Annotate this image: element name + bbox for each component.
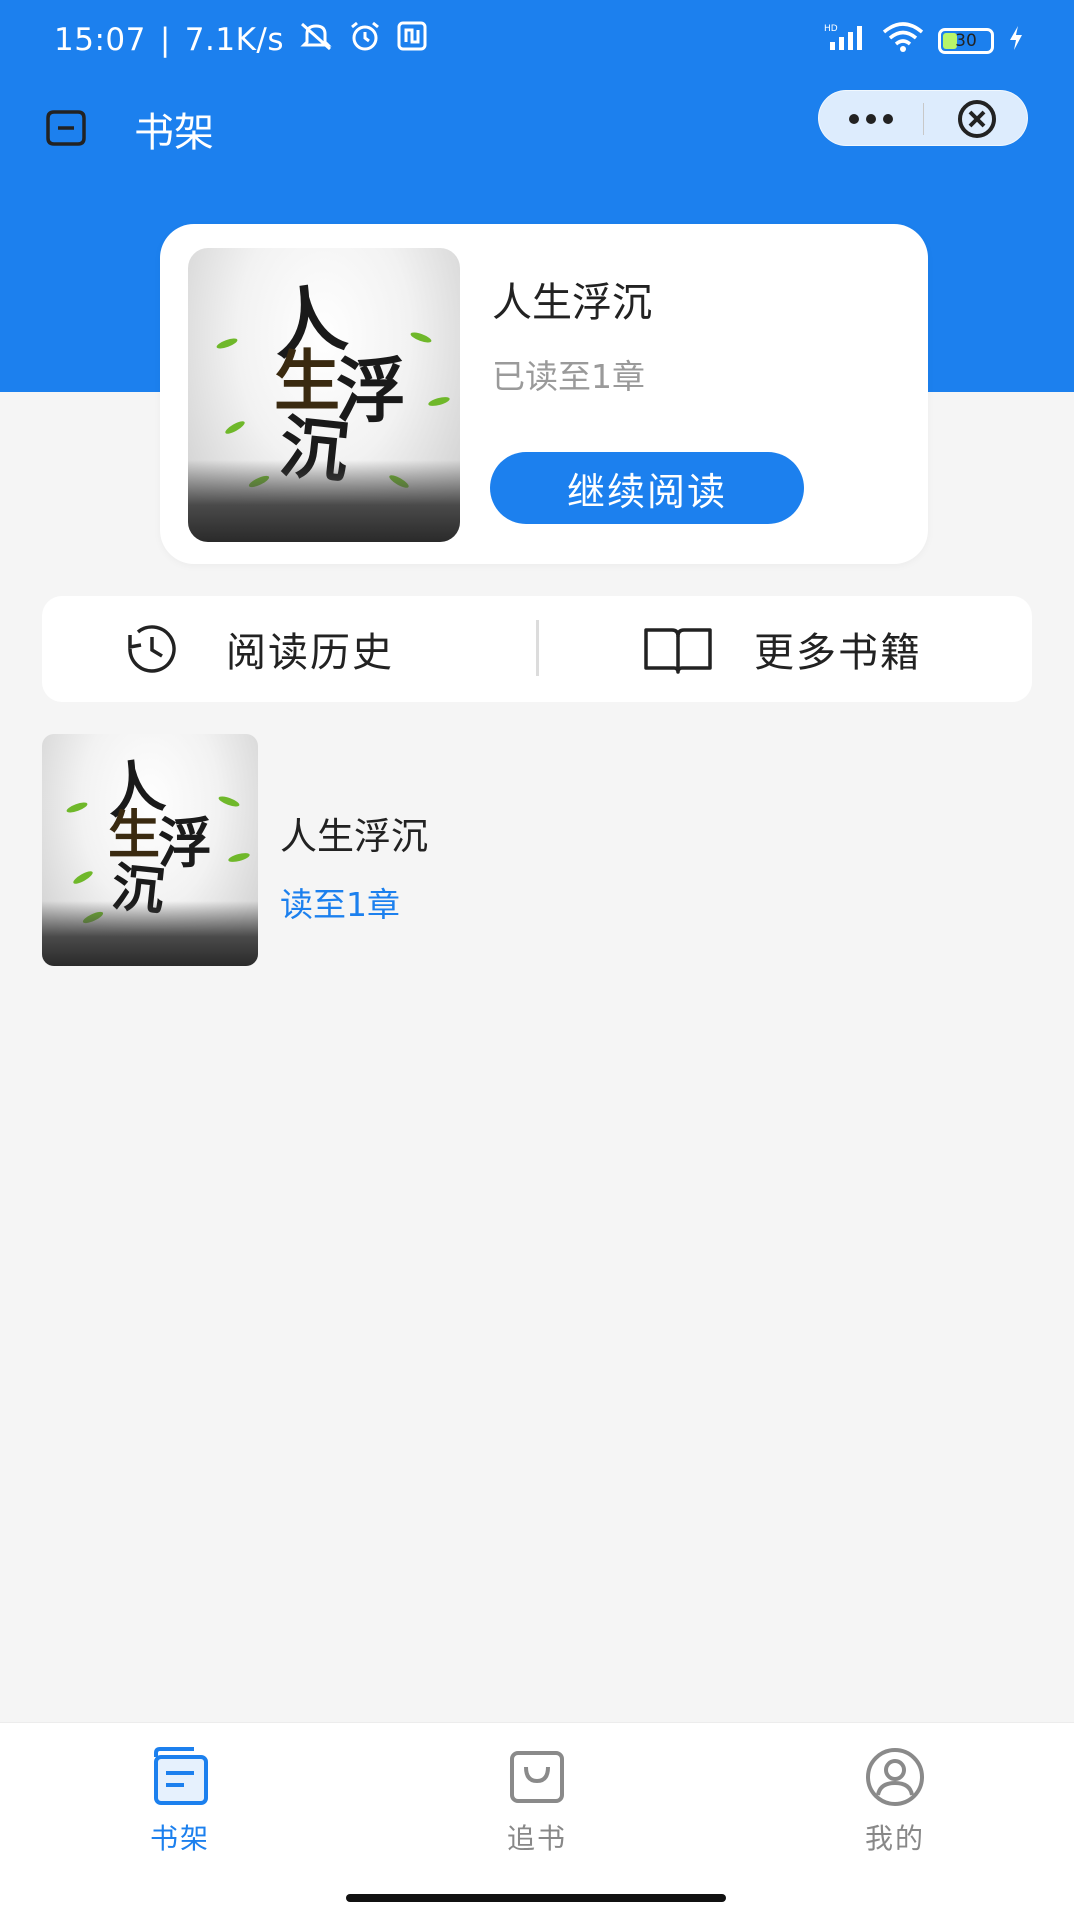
close-mini-program-button[interactable] xyxy=(924,91,1029,147)
tab-bookshelf[interactable]: 书架 xyxy=(100,1745,260,1865)
actions-divider xyxy=(536,620,539,676)
tab-profile-label: 我的 xyxy=(864,1822,925,1855)
more-options-button[interactable] xyxy=(819,91,923,147)
battery-icon: 30 xyxy=(938,28,994,54)
tab-follow-books-label: 追书 xyxy=(506,1822,567,1855)
hd-signal-icon: HD xyxy=(824,22,868,60)
list-item[interactable]: 人 生 浮 沉 人生浮沉 读至1章 xyxy=(42,734,1032,966)
title-bar: 书架 xyxy=(0,88,1074,168)
more-dots-icon xyxy=(849,114,893,124)
user-profile-icon xyxy=(863,1745,927,1809)
quick-actions-bar: 阅读历史 更多书籍 xyxy=(42,596,1032,702)
tab-bookshelf-label: 书架 xyxy=(149,1822,210,1855)
home-indicator[interactable] xyxy=(346,1894,726,1902)
continue-reading-card: 人 生 浮 沉 人生浮沉 已读至1章 继续阅读 xyxy=(160,224,928,564)
book-cover[interactable]: 人 生 浮 沉 xyxy=(188,248,460,542)
network-speed: 7.1K/s xyxy=(184,22,285,58)
shelf-book-title: 人生浮沉 xyxy=(280,815,428,858)
svg-text:HD: HD xyxy=(824,24,838,34)
home-icon xyxy=(46,110,86,146)
status-bar: 15:07 | 7.1K/s HD 30 xyxy=(0,0,1074,80)
tab-follow-books[interactable]: 追书 xyxy=(457,1745,617,1865)
shopping-bag-icon xyxy=(505,1745,569,1809)
more-books-button[interactable]: 更多书籍 xyxy=(642,596,922,702)
featured-book-title: 人生浮沉 xyxy=(492,280,652,326)
bottom-tab-bar: 书架 追书 我的 xyxy=(0,1722,1074,1914)
nfc-icon xyxy=(396,20,428,60)
clock-history-icon xyxy=(128,625,176,673)
book-cover[interactable]: 人 生 浮 沉 xyxy=(42,734,258,966)
featured-reading-progress: 已读至1章 xyxy=(492,357,645,396)
open-book-icon xyxy=(644,628,712,674)
status-time: 15:07 xyxy=(54,22,146,58)
battery-level: 30 xyxy=(955,31,977,51)
continue-reading-button[interactable]: 继续阅读 xyxy=(490,452,804,524)
status-separator: | xyxy=(159,22,171,58)
bookshelf-icon xyxy=(148,1745,212,1809)
shelf-book-progress: 读至1章 xyxy=(280,885,400,924)
alarm-icon xyxy=(348,20,382,60)
mute-icon xyxy=(298,20,334,60)
charging-icon xyxy=(1008,24,1024,59)
close-circle-icon xyxy=(957,100,996,138)
wifi-icon xyxy=(882,22,924,60)
tab-profile[interactable]: 我的 xyxy=(815,1745,975,1865)
mini-program-capsule xyxy=(818,90,1028,146)
reading-history-label: 阅读历史 xyxy=(226,630,394,676)
page-title: 书架 xyxy=(134,110,214,156)
more-books-label: 更多书籍 xyxy=(754,630,922,676)
home-button[interactable] xyxy=(44,108,88,148)
reading-history-button[interactable]: 阅读历史 xyxy=(116,596,394,702)
